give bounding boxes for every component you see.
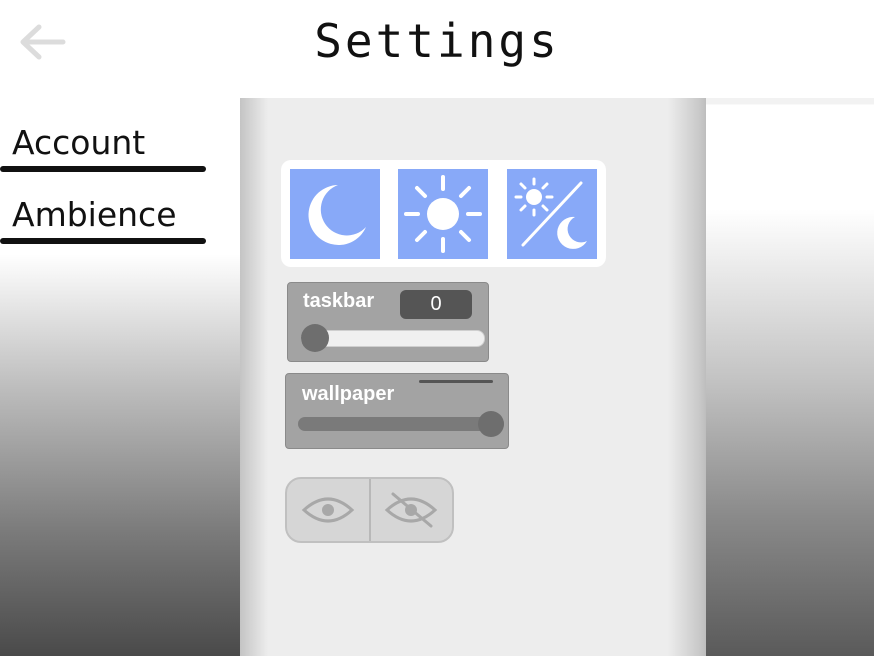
taskbar-slider-card: taskbar 0 — [287, 282, 489, 362]
sidebar-item-underline — [0, 238, 206, 244]
wallpaper-label: wallpaper — [302, 383, 395, 405]
wallpaper-slider-track[interactable] — [298, 417, 504, 431]
eye-icon — [301, 497, 354, 523]
sidebar-item-label: Ambience — [12, 195, 177, 234]
show-button[interactable] — [287, 479, 369, 541]
sidebar-item-ambience[interactable]: Ambience — [0, 196, 206, 244]
taskbar-value[interactable]: 0 — [400, 290, 472, 319]
light-theme-button[interactable] — [398, 169, 488, 259]
right-column — [706, 98, 874, 656]
header: Settings — [0, 0, 874, 98]
sun-moon-icon — [514, 177, 587, 249]
taskbar-slider-thumb[interactable] — [301, 324, 329, 352]
taskbar-label: taskbar — [303, 290, 375, 312]
sidebar-item-account[interactable]: Account — [0, 124, 206, 172]
sidebar: Account Ambience — [0, 98, 240, 656]
auto-theme-button[interactable] — [507, 169, 597, 259]
dark-theme-button[interactable] — [290, 169, 380, 259]
eye-off-icon — [385, 492, 438, 528]
sidebar-item-underline — [0, 166, 206, 172]
sidebar-item-label: Account — [12, 123, 146, 162]
wallpaper-slider-card: wallpaper — [285, 373, 509, 449]
sun-icon — [404, 175, 482, 253]
page-title: Settings — [314, 14, 560, 68]
wallpaper-indicator — [419, 380, 493, 383]
visibility-toggle — [285, 477, 454, 543]
hide-button[interactable] — [371, 479, 453, 541]
moon-icon — [308, 185, 366, 245]
wallpaper-slider-thumb[interactable] — [478, 411, 504, 437]
theme-selector — [281, 160, 606, 267]
